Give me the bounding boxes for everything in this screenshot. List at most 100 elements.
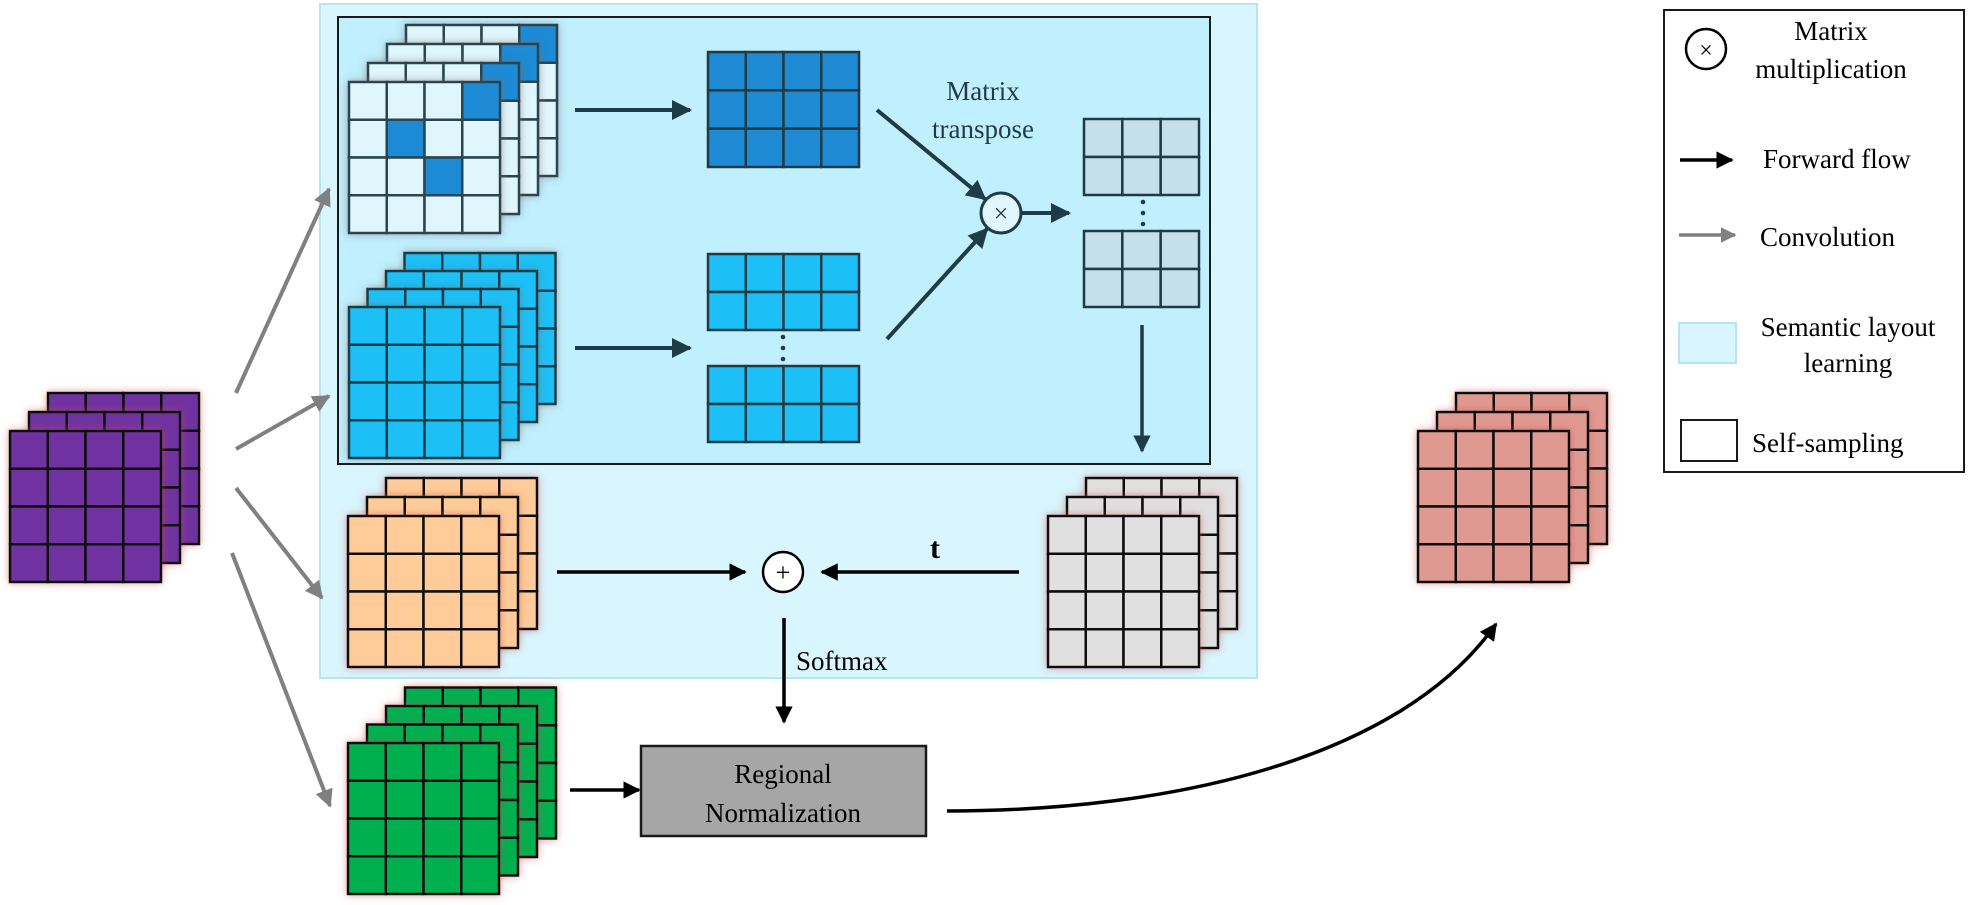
- matrix-cell: [46, 467, 87, 508]
- matrix-cell: [423, 381, 464, 422]
- matrix-cell: [422, 552, 463, 593]
- matrix-cell: [1159, 155, 1201, 197]
- regional-normalization-label-line2: Normalization: [705, 798, 861, 828]
- product-matrix-bottom: [1082, 229, 1201, 309]
- input-feature-stack: [8, 391, 201, 584]
- attention-reshaped-matrix: [706, 50, 861, 169]
- matrix-cell: [782, 89, 823, 130]
- matrix-cell: [384, 552, 425, 593]
- matrix-cell: [347, 419, 388, 460]
- matrix-cell: [384, 590, 425, 631]
- matrix-cell: [1122, 590, 1163, 631]
- feature-layer: [346, 741, 501, 896]
- matrix-cell: [782, 252, 823, 294]
- convolution-arrow-attention: [234, 187, 331, 394]
- matrix-cell: [461, 381, 502, 422]
- legend-label: Forward flow: [1763, 144, 1911, 174]
- matrix-cell: [1084, 552, 1125, 593]
- matrix-cell: [346, 741, 387, 782]
- matrix-cell: [782, 50, 823, 92]
- feature-layer: [346, 514, 501, 669]
- matrix-cell: [1454, 429, 1495, 470]
- matrix-cell: [461, 343, 502, 384]
- matrix-cell: [8, 467, 49, 508]
- matrix-cell: [1160, 590, 1201, 631]
- matrix-cell: [1121, 155, 1162, 197]
- matrix-cell: [8, 543, 49, 584]
- matrix-cell: [384, 514, 425, 555]
- multiply-icon: ×: [994, 199, 1009, 228]
- matrix-cell: [820, 402, 861, 444]
- feature-layer: [347, 80, 502, 235]
- norm-input-feature-stack: [346, 686, 558, 896]
- feature-layer: [347, 305, 502, 460]
- matrix-cell: [423, 156, 464, 197]
- matrix-cell: [347, 305, 388, 346]
- matrix-cell: [820, 127, 861, 169]
- matrix-cell: [385, 381, 426, 422]
- matrix-cell: [346, 779, 387, 820]
- matrix-cell: [1082, 155, 1124, 197]
- regional-normalization-label-line1: Regional: [734, 759, 831, 789]
- matrix-cell: [744, 290, 785, 332]
- matrix-cell: [347, 194, 388, 235]
- matrix-cell: [1084, 628, 1125, 669]
- matrix-cell: [384, 741, 425, 782]
- matrix-cell: [423, 118, 464, 159]
- matrix-cell: [461, 156, 502, 197]
- product-matrix-grid: [1082, 229, 1201, 309]
- matrix-cell: [782, 290, 823, 332]
- matrix-cell: [706, 50, 747, 92]
- feature-layer-grid: [1416, 429, 1571, 584]
- feature-layer-grid: [347, 305, 502, 460]
- matrix-cell: [423, 80, 464, 121]
- matrix-cell: [84, 543, 125, 584]
- plus-icon: +: [776, 558, 791, 587]
- diagram-canvas: × Matrix transpose t + Softmax Regional …: [8, 3, 1965, 896]
- light-blue-swatch-icon: [1678, 322, 1737, 364]
- matrix-cell: [1082, 117, 1124, 159]
- add-operator: +: [761, 550, 805, 594]
- matrix-cell: [460, 514, 501, 555]
- matrix-cell: [423, 419, 464, 460]
- matrix-cell: [1492, 505, 1533, 546]
- matrix-cell: [46, 505, 87, 546]
- matrix-cell: [346, 855, 387, 896]
- matrix-cell: [385, 156, 426, 197]
- matrix-cell: [423, 343, 464, 384]
- matrix-cell: [1530, 467, 1571, 508]
- legend-label: Convolution: [1760, 222, 1896, 252]
- matrix-cell: [744, 50, 785, 92]
- matrix-cell: [84, 429, 125, 470]
- matrix-cell: [1454, 467, 1495, 508]
- key-reshaped-matrix-bottom: [706, 364, 861, 444]
- matrix-cell: [1046, 628, 1087, 669]
- legend: × Matrix multiplication Forward flow Con…: [1663, 9, 1965, 473]
- matrix-cell: [461, 194, 502, 235]
- matrix-cell: [460, 779, 501, 820]
- matrix-cell: [1082, 267, 1124, 309]
- matrix-cell: [460, 628, 501, 669]
- matrix-cell: [347, 118, 388, 159]
- matrix-cell: [1159, 117, 1201, 159]
- matrix-cell: [706, 252, 747, 294]
- matrix-cell: [1082, 229, 1124, 271]
- product-matrix-grid: [1082, 117, 1201, 197]
- matrix-cell: [1492, 467, 1533, 508]
- matrix-cell: [1122, 514, 1163, 555]
- matrix-cell: [1160, 514, 1201, 555]
- matrix-cell: [1530, 543, 1571, 584]
- matrix-cell: [8, 505, 49, 546]
- matrix-cell: [820, 89, 861, 130]
- softmax-label: Softmax: [796, 646, 888, 676]
- matrix-cell: [122, 467, 163, 508]
- matrix-cell: [706, 89, 747, 130]
- matrix-cell: [1121, 229, 1162, 271]
- matrix-cell: [820, 50, 861, 92]
- matrix-cell: [820, 290, 861, 332]
- matrix-cell: [1160, 628, 1201, 669]
- output-feature-stack: [1416, 391, 1609, 584]
- matrix-cell: [422, 817, 463, 858]
- matrix-cell: [1084, 590, 1125, 631]
- transpose-t-label: t: [930, 532, 940, 565]
